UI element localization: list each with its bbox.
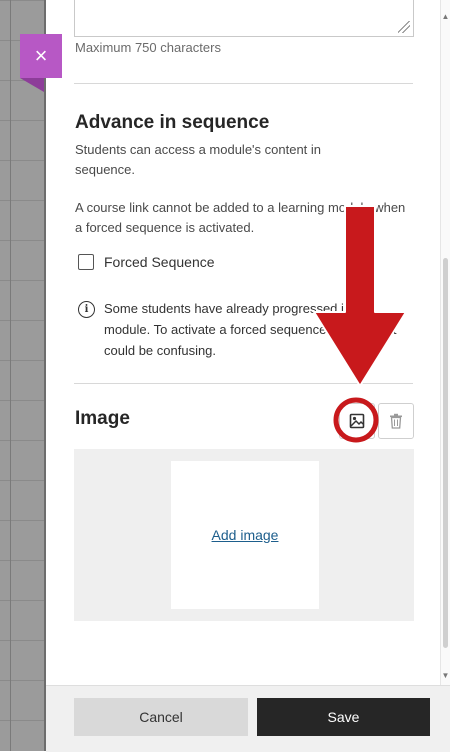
upload-image-button[interactable] [339, 403, 375, 439]
description-textarea[interactable] [74, 0, 414, 37]
close-panel-button[interactable]: × [20, 34, 62, 78]
forced-sequence-label[interactable]: Forced Sequence [104, 254, 215, 270]
progress-warning-text: Some students have already progressed in… [104, 301, 397, 358]
background-edge [10, 0, 11, 751]
save-button[interactable]: Save [257, 698, 430, 736]
background-course-page [0, 0, 44, 751]
info-icon: i [78, 301, 95, 318]
image-section-title: Image [75, 408, 130, 429]
divider [74, 83, 413, 84]
image-placeholder-card[interactable]: Add image [171, 461, 319, 609]
divider [74, 383, 413, 384]
char-limit-hint: Maximum 750 characters [75, 40, 221, 55]
trash-icon [390, 413, 402, 429]
progress-warning: i Some students have already progressed … [78, 298, 409, 361]
scroll-up-icon[interactable]: ▲ [441, 12, 450, 21]
sequence-note: A course link cannot be added to a learn… [75, 200, 406, 235]
scrollbar-thumb[interactable] [443, 258, 448, 648]
resize-grip-icon[interactable] [398, 21, 410, 33]
sequence-description: Students can access a module's content i… [75, 142, 322, 177]
add-image-link[interactable]: Add image [212, 527, 279, 543]
image-upload-icon [349, 413, 365, 429]
delete-image-button[interactable] [378, 403, 414, 439]
close-icon: × [34, 43, 48, 68]
forced-sequence-option[interactable]: Forced Sequence [78, 254, 215, 270]
cancel-button[interactable]: Cancel [74, 698, 248, 736]
scroll-down-icon[interactable]: ▼ [441, 671, 450, 680]
sequence-title: Advance in sequence [75, 112, 270, 133]
close-tab-tail [20, 78, 44, 92]
forced-sequence-checkbox[interactable] [78, 254, 94, 270]
